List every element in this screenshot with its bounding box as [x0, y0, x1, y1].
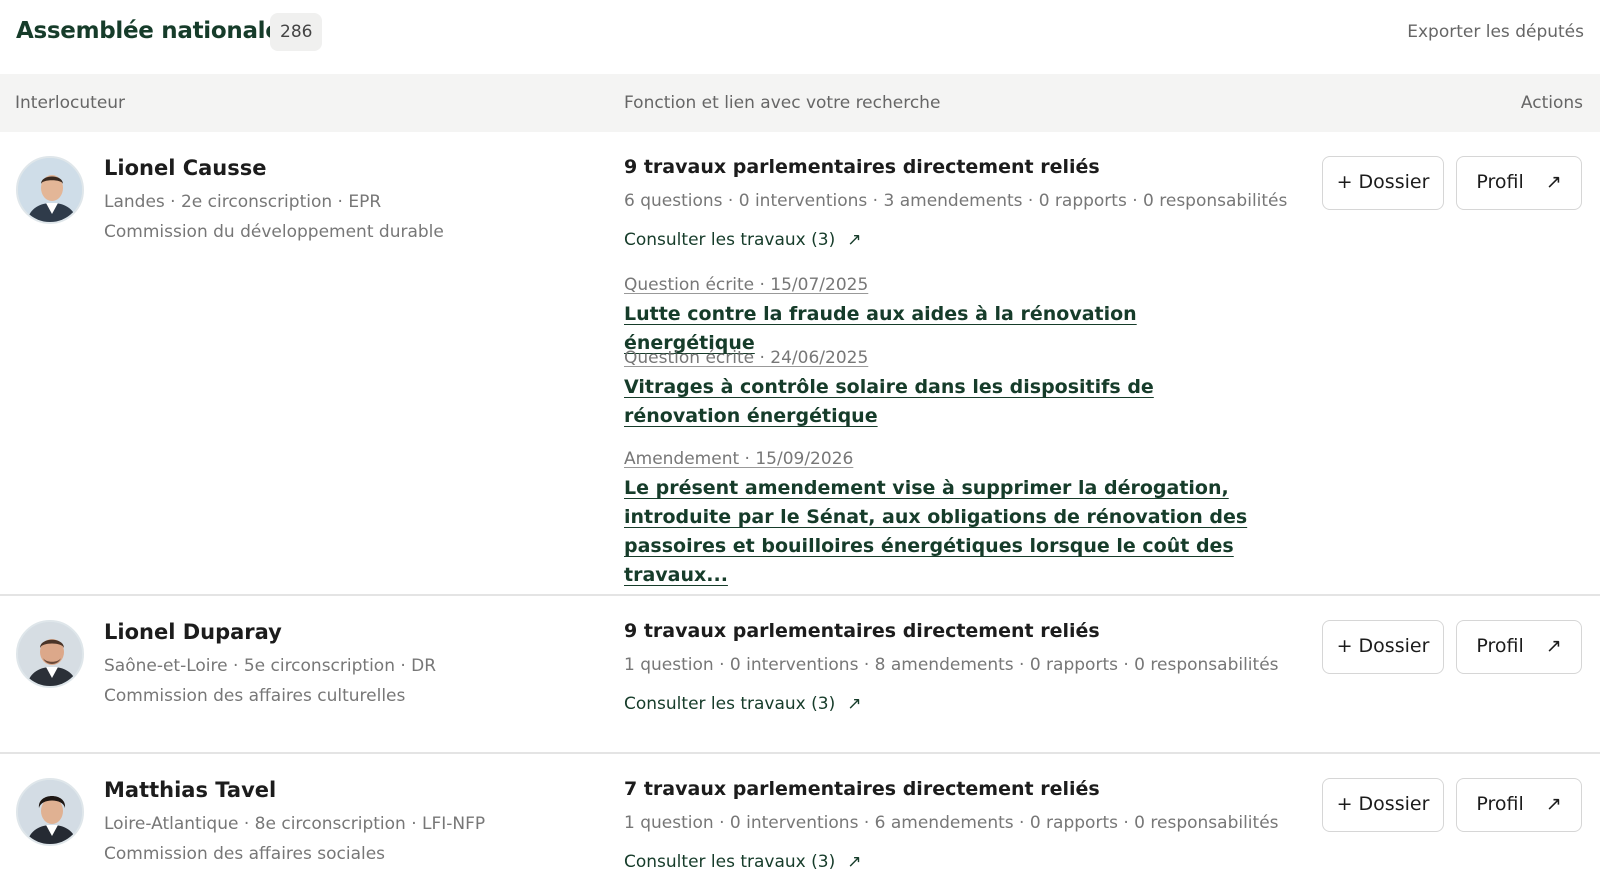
deputy-constituency: Saône-et-Loire · 5e circonscription · DR	[104, 656, 437, 676]
add-dossier-button[interactable]: + Dossier	[1322, 778, 1444, 832]
person-avatar-icon	[16, 156, 84, 224]
page-title: Assemblée nationale	[16, 18, 281, 44]
consult-works-label: Consulter les travaux (3)	[624, 230, 836, 250]
deputy-name[interactable]: Matthias Tavel	[104, 778, 276, 802]
table-header: Interlocuteur Fonction et lien avec votr…	[0, 74, 1600, 132]
column-header-actions: Actions	[1520, 93, 1583, 113]
add-dossier-button[interactable]: + Dossier	[1322, 156, 1444, 210]
external-link-icon: ↗	[1545, 793, 1562, 815]
work-type-date[interactable]: Question écrite · 15/07/2025	[624, 275, 868, 295]
table-row: Lionel Duparay Saône-et-Loire · 5e circo…	[0, 596, 1600, 754]
consult-works-label: Consulter les travaux (3)	[624, 852, 836, 872]
external-link-icon: ↗	[1545, 635, 1562, 657]
profile-button[interactable]: Profil ↗	[1456, 778, 1582, 832]
external-link-icon: ↗	[847, 230, 862, 250]
person-avatar-icon	[16, 778, 84, 846]
work-type-date[interactable]: Amendement · 15/09/2026	[624, 449, 853, 469]
work-type-date[interactable]: Question écrite · 24/06/2025	[624, 348, 868, 368]
consult-works-link[interactable]: Consulter les travaux (3) ↗	[624, 694, 861, 714]
external-link-icon: ↗	[847, 694, 862, 714]
profile-button-label: Profil	[1476, 635, 1524, 657]
profile-button[interactable]: Profil ↗	[1456, 156, 1582, 210]
profile-button-label: Profil	[1476, 171, 1524, 193]
profile-button[interactable]: Profil ↗	[1456, 620, 1582, 674]
works-stats: 1 question · 0 interventions · 8 amendem…	[624, 655, 1279, 675]
works-count-title: 9 travaux parlementaires directement rel…	[624, 620, 1100, 642]
deputy-commission: Commission du développement durable	[104, 222, 444, 242]
work-title-link[interactable]: Le présent amendement vise à supprimer l…	[624, 474, 1264, 590]
page-header: Assemblée nationale 286 Exporter les dép…	[0, 0, 1600, 74]
consult-works-label: Consulter les travaux (3)	[624, 694, 836, 714]
works-stats: 1 question · 0 interventions · 6 amendem…	[624, 813, 1279, 833]
external-link-icon: ↗	[847, 852, 862, 872]
deputy-commission: Commission des affaires culturelles	[104, 686, 406, 706]
deputy-name[interactable]: Lionel Causse	[104, 156, 266, 180]
column-header-function: Fonction et lien avec votre recherche	[624, 93, 941, 113]
count-badge: 286	[270, 13, 323, 51]
person-avatar-icon	[16, 620, 84, 688]
deputy-constituency: Landes · 2e circonscription · EPR	[104, 192, 382, 212]
work-title-link[interactable]: Vitrages à contrôle solaire dans les dis…	[624, 373, 1264, 431]
external-link-icon: ↗	[1545, 171, 1562, 193]
consult-works-link[interactable]: Consulter les travaux (3) ↗	[624, 230, 861, 250]
add-dossier-button[interactable]: + Dossier	[1322, 620, 1444, 674]
deputy-name[interactable]: Lionel Duparay	[104, 620, 282, 644]
profile-button-label: Profil	[1476, 793, 1524, 815]
deputy-constituency: Loire-Atlantique · 8e circonscription · …	[104, 814, 486, 834]
export-deputies-link[interactable]: Exporter les députés	[1407, 22, 1584, 42]
works-count-title: 9 travaux parlementaires directement rel…	[624, 156, 1100, 178]
column-header-interlocutor: Interlocuteur	[15, 93, 126, 113]
works-count-title: 7 travaux parlementaires directement rel…	[624, 778, 1100, 800]
consult-works-link[interactable]: Consulter les travaux (3) ↗	[624, 852, 861, 872]
works-stats: 6 questions · 0 interventions · 3 amende…	[624, 191, 1288, 211]
table-row: Lionel Causse Landes · 2e circonscriptio…	[0, 132, 1600, 596]
table-row: Matthias Tavel Loire-Atlantique · 8e cir…	[0, 754, 1600, 891]
deputy-commission: Commission des affaires sociales	[104, 844, 386, 864]
